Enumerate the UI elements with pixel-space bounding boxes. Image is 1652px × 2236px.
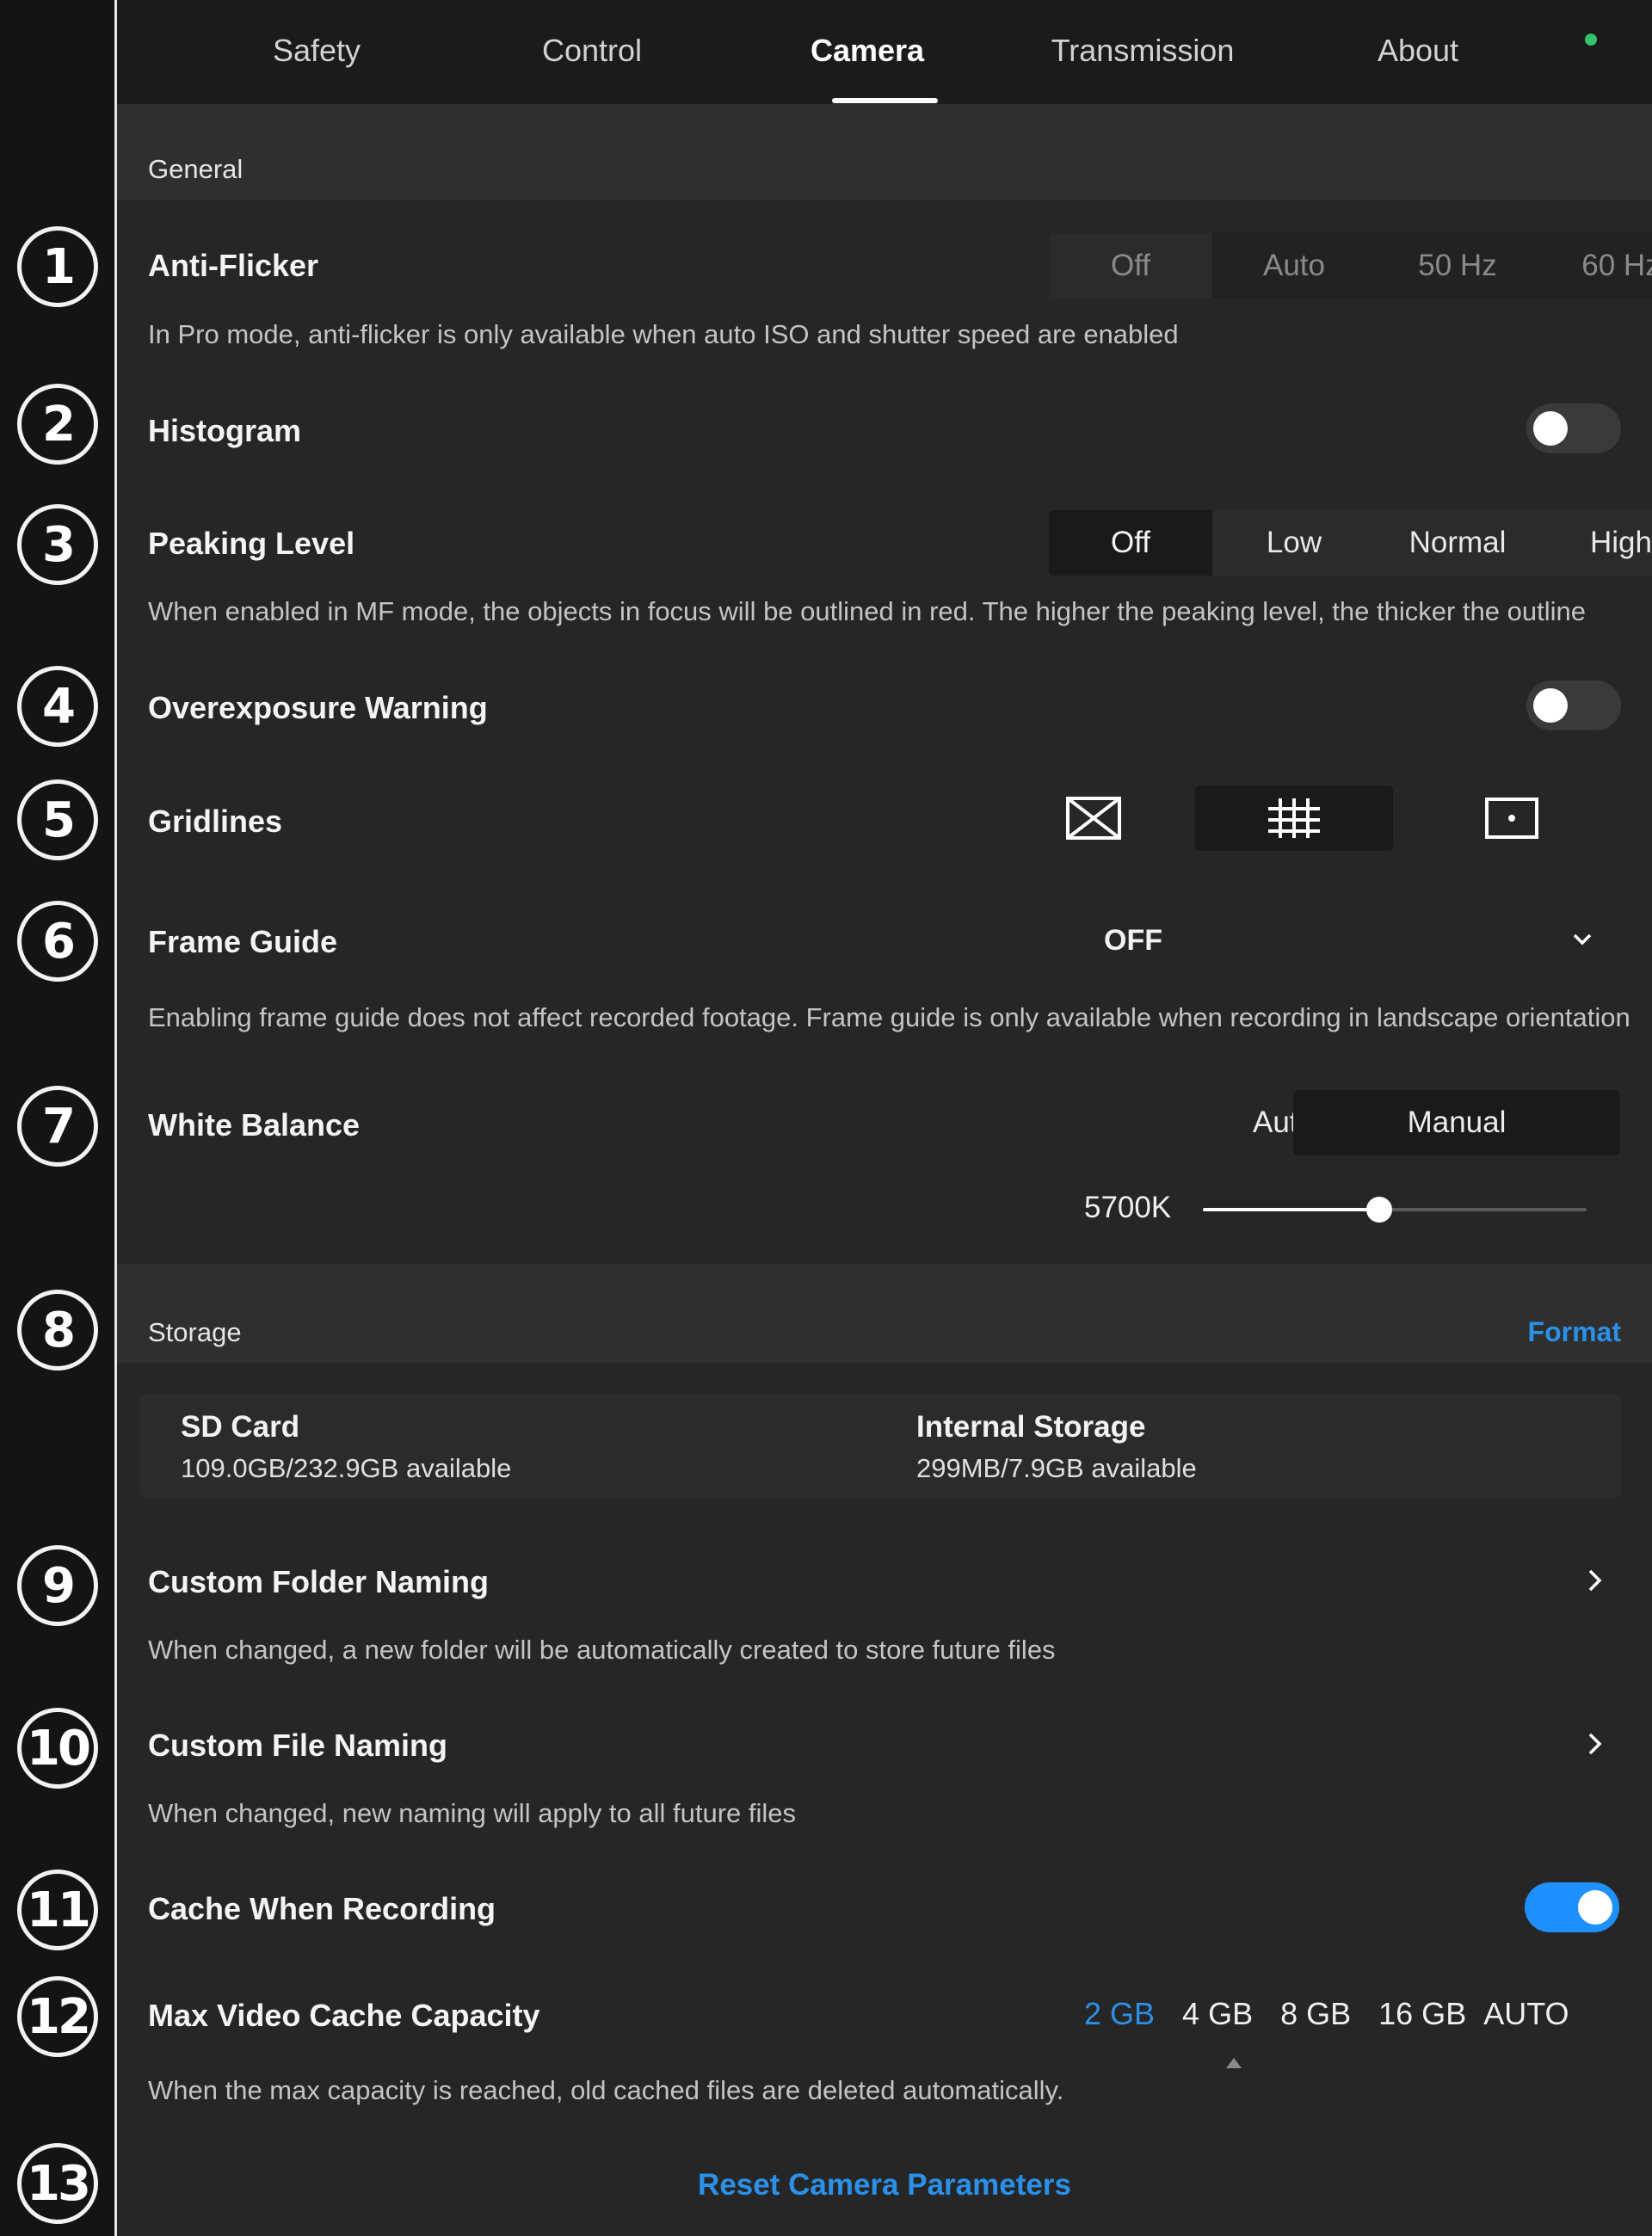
- slider-caret-icon: [1226, 2058, 1242, 2068]
- frame-guide-title: Frame Guide: [148, 924, 338, 959]
- badge-6: 6: [17, 901, 98, 982]
- cache-option-auto[interactable]: AUTO: [1483, 1996, 1569, 2032]
- tab-about[interactable]: About: [1280, 33, 1556, 69]
- storage-info-card: SD Card 109.0GB/232.9GB available Intern…: [139, 1395, 1621, 1498]
- no-grid-icon: [1066, 797, 1121, 840]
- tab-safety[interactable]: Safety: [179, 33, 454, 69]
- custom-folder-naming-title[interactable]: Custom Folder Naming: [148, 1564, 489, 1600]
- cache-when-recording-title: Cache When Recording: [148, 1891, 496, 1926]
- cache-option-16gb[interactable]: 16 GB: [1378, 1996, 1466, 2032]
- overexposure-warning-toggle[interactable]: [1526, 681, 1621, 730]
- custom-file-naming-description: When changed, new naming will apply to a…: [148, 1798, 797, 1828]
- cache-when-recording-toggle[interactable]: [1525, 1882, 1619, 1932]
- anti-flicker-description: In Pro mode, anti-flicker is only availa…: [148, 319, 1179, 349]
- sd-card-name: SD Card: [181, 1410, 300, 1444]
- anti-flicker-off[interactable]: Off: [1049, 233, 1212, 299]
- chevron-right-icon[interactable]: [1584, 1731, 1605, 1757]
- cache-option-8gb[interactable]: 8 GB: [1280, 1996, 1351, 2032]
- badge-8: 8: [17, 1290, 98, 1371]
- badge-2: 2: [17, 384, 98, 465]
- max-video-cache-title: Max Video Cache Capacity: [148, 1998, 540, 2033]
- storage-section-title: Storage: [148, 1317, 242, 1347]
- histogram-toggle[interactable]: [1526, 403, 1621, 453]
- peaking-level-options: Off Low Normal High: [1049, 510, 1652, 576]
- frame-guide-dropdown[interactable]: OFF: [991, 924, 1275, 958]
- gridlines-grid-button[interactable]: [1195, 785, 1393, 851]
- chevron-down-icon[interactable]: [1571, 928, 1593, 951]
- tab-camera[interactable]: Camera: [730, 33, 1005, 69]
- custom-file-naming-title[interactable]: Custom File Naming: [148, 1728, 447, 1764]
- peaking-normal[interactable]: Normal: [1376, 510, 1539, 576]
- max-video-cache-description: When the max capacity is reached, old ca…: [148, 2075, 1064, 2105]
- max-cache-options: 2 GB 4 GB 8 GB 16 GB AUTO: [1084, 1996, 1597, 2032]
- cache-option-2gb[interactable]: 2 GB: [1084, 1996, 1155, 2032]
- general-section-header: General: [117, 104, 1652, 200]
- chevron-right-icon[interactable]: [1584, 1568, 1605, 1593]
- white-balance-manual[interactable]: Manual: [1293, 1090, 1620, 1155]
- center-point-icon: [1485, 798, 1538, 839]
- badge-12: 12: [17, 1976, 98, 2057]
- anti-flicker-auto[interactable]: Auto: [1212, 233, 1376, 299]
- storage-section-header: Storage: [117, 1264, 1652, 1363]
- badge-7: 7: [17, 1086, 98, 1167]
- custom-folder-naming-description: When changed, a new folder will be autom…: [148, 1635, 1056, 1665]
- slider-thumb[interactable]: [1366, 1197, 1393, 1223]
- cache-option-4gb[interactable]: 4 GB: [1182, 1996, 1253, 2032]
- badge-4: 4: [17, 666, 98, 747]
- anti-flicker-50hz[interactable]: 50 Hz: [1376, 233, 1539, 299]
- internal-storage-available: 299MB/7.9GB available: [916, 1453, 1197, 1483]
- format-button[interactable]: Format: [1528, 1316, 1621, 1348]
- peaking-level-title: Peaking Level: [148, 526, 355, 561]
- slider-fill: [1203, 1208, 1380, 1211]
- badge-13: 13: [17, 2143, 98, 2224]
- annotation-gutter: 1 2 3 4 5 6 7 8 9 10 11 12 13: [0, 0, 114, 2236]
- reset-camera-parameters-button[interactable]: Reset Camera Parameters: [117, 2168, 1652, 2202]
- active-tab-indicator: [832, 98, 938, 103]
- frame-guide-description: Enabling frame guide does not affect rec…: [148, 1002, 1630, 1032]
- gridlines-center-button[interactable]: [1413, 785, 1611, 851]
- badge-9: 9: [17, 1545, 98, 1626]
- general-section-title: General: [148, 154, 243, 184]
- anti-flicker-60hz[interactable]: 60 Hz: [1539, 233, 1652, 299]
- camera-settings-panel: Safety Control Camera Transmission About…: [117, 0, 1652, 2236]
- badge-1: 1: [17, 226, 98, 307]
- anti-flicker-options: Off Auto 50 Hz 60 Hz: [1049, 233, 1652, 299]
- gridlines-none-button[interactable]: [995, 785, 1193, 851]
- badge-11: 11: [17, 1869, 98, 1950]
- toggle-knob: [1533, 411, 1568, 446]
- gridlines-title: Gridlines: [148, 804, 283, 839]
- anti-flicker-title: Anti-Flicker: [148, 248, 319, 283]
- grid-icon: [1268, 798, 1320, 838]
- overexposure-warning-title: Overexposure Warning: [148, 690, 488, 725]
- badge-3: 3: [17, 504, 98, 585]
- sd-card-available: 109.0GB/232.9GB available: [181, 1453, 512, 1483]
- badge-10: 10: [17, 1708, 98, 1789]
- tab-transmission[interactable]: Transmission: [1005, 33, 1280, 69]
- histogram-title: Histogram: [148, 413, 302, 448]
- connection-status-dot: [1585, 34, 1597, 46]
- badge-5: 5: [17, 779, 98, 860]
- tab-bar: Safety Control Camera Transmission About: [117, 0, 1652, 104]
- toggle-knob: [1578, 1890, 1612, 1925]
- peaking-off[interactable]: Off: [1049, 510, 1212, 576]
- white-balance-title: White Balance: [148, 1107, 361, 1143]
- peaking-low[interactable]: Low: [1212, 510, 1376, 576]
- internal-storage-name: Internal Storage: [916, 1410, 1146, 1444]
- white-balance-kelvin: 5700K: [1084, 1191, 1172, 1224]
- tab-control[interactable]: Control: [454, 33, 730, 69]
- peaking-level-description: When enabled in MF mode, the objects in …: [148, 596, 1586, 626]
- peaking-high[interactable]: High: [1539, 510, 1652, 576]
- toggle-knob: [1533, 688, 1568, 723]
- white-balance-slider[interactable]: [1203, 1197, 1587, 1223]
